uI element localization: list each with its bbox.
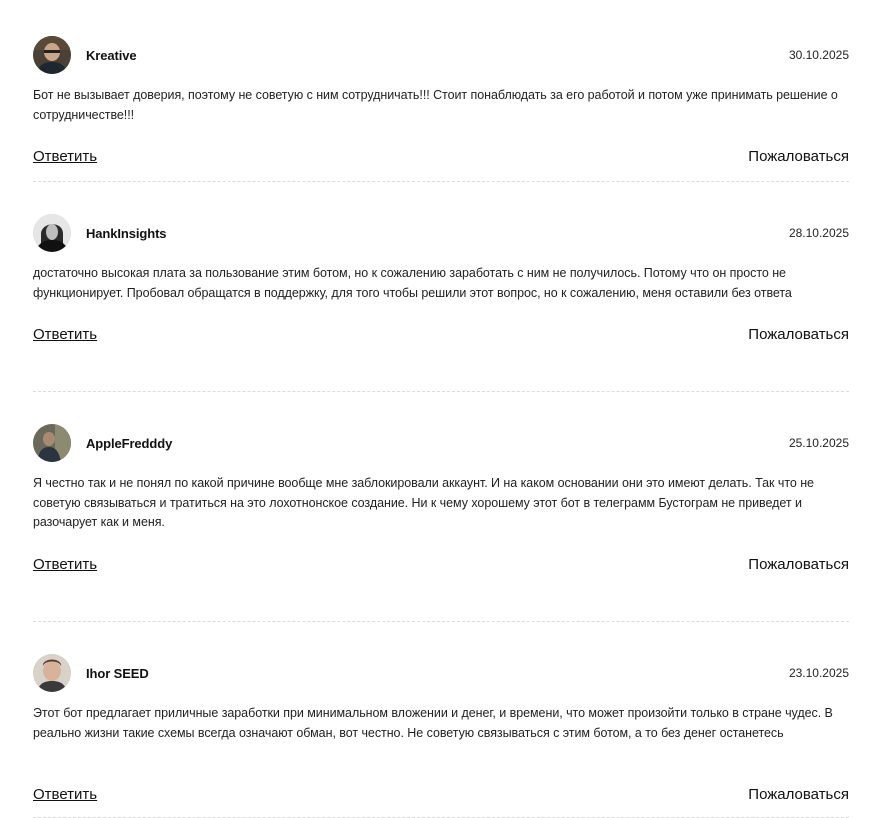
comment-item: Ihor SEED 23.10.2025 Этот бот предлагает… bbox=[33, 654, 849, 818]
comment-date: 25.10.2025 bbox=[788, 436, 849, 450]
comment-author: HankInsights bbox=[86, 226, 167, 241]
comments-list: Kreative 30.10.2025 Бот не вызывает дове… bbox=[33, 36, 849, 818]
user-photo-icon bbox=[33, 424, 71, 462]
user-avatar bbox=[33, 424, 71, 462]
comment-author: Ihor SEED bbox=[86, 666, 149, 681]
comment-header: Kreative 30.10.2025 bbox=[33, 36, 849, 76]
reply-link[interactable]: Ответить bbox=[33, 556, 97, 573]
comment-text: Я честно так и не понял по какой причине… bbox=[33, 476, 814, 529]
user-avatar bbox=[33, 654, 71, 692]
comment-text: достаточно высокая плата за пользование … bbox=[33, 266, 792, 300]
reply-link[interactable]: Ответить bbox=[33, 326, 97, 343]
user-avatar bbox=[33, 36, 71, 74]
comment-text: Этот бот предлагает приличные заработки … bbox=[33, 706, 833, 740]
comment-item: Kreative 30.10.2025 Бот не вызывает дове… bbox=[33, 36, 849, 182]
user-photo-icon bbox=[33, 36, 71, 74]
report-link[interactable]: Пожаловаться bbox=[748, 786, 849, 803]
comment-text: Бот не вызывает доверия, поэтому не сове… bbox=[33, 88, 838, 122]
comment-date: 28.10.2025 bbox=[788, 226, 849, 240]
comment-header: AppleFredddy 25.10.2025 bbox=[33, 424, 849, 464]
comment-header: Ihor SEED 23.10.2025 bbox=[33, 654, 849, 694]
comment-author: Kreative bbox=[86, 48, 137, 63]
user-photo-icon bbox=[33, 214, 71, 252]
comment-author: AppleFredddy bbox=[86, 436, 173, 451]
comment-date: 30.10.2025 bbox=[788, 48, 849, 62]
report-link[interactable]: Пожаловаться bbox=[748, 556, 849, 573]
comment-item: HankInsights 28.10.2025 достаточно высок… bbox=[33, 214, 849, 392]
comment-date: 23.10.2025 bbox=[788, 666, 849, 680]
reply-link[interactable]: Ответить bbox=[33, 148, 97, 165]
user-avatar bbox=[33, 214, 71, 252]
user-photo-icon bbox=[33, 654, 71, 692]
report-link[interactable]: Пожаловаться bbox=[748, 148, 849, 165]
comment-header: HankInsights 28.10.2025 bbox=[33, 214, 849, 254]
comment-item: AppleFredddy 25.10.2025 Я честно так и н… bbox=[33, 424, 849, 622]
report-link[interactable]: Пожаловаться bbox=[748, 326, 849, 343]
reply-link[interactable]: Ответить bbox=[33, 786, 97, 803]
